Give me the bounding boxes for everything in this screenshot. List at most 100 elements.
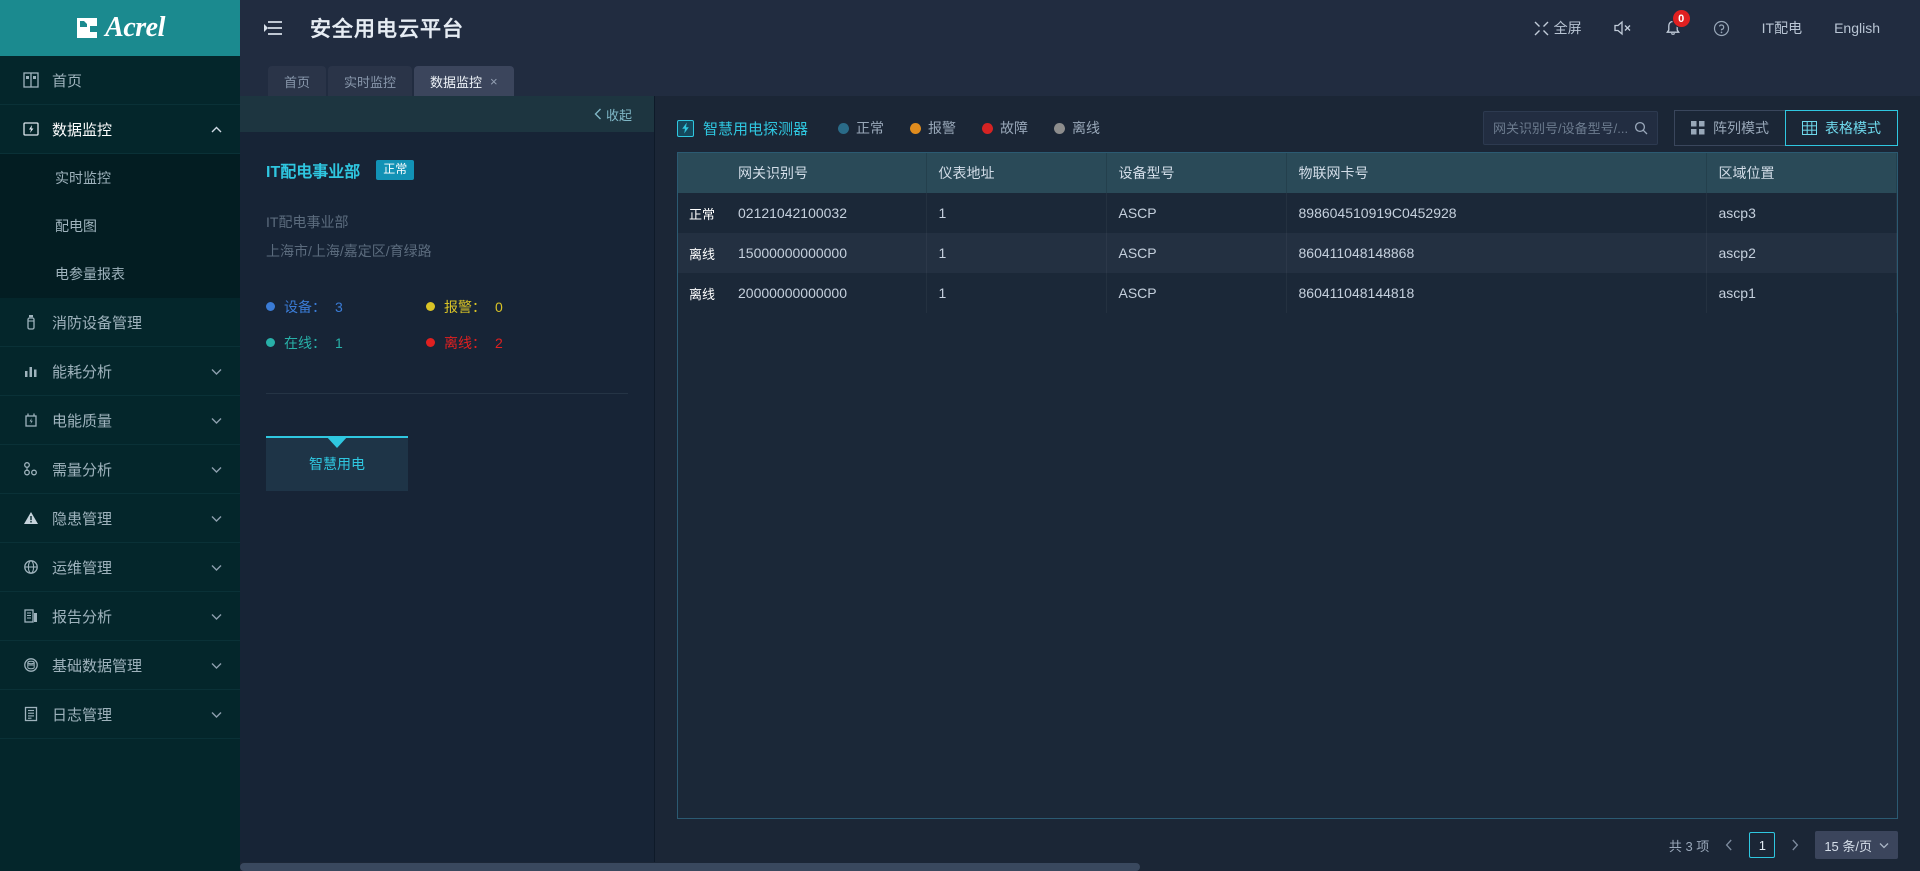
sidebar-item-power-quality[interactable]: 电能质量	[0, 396, 240, 445]
chevron-down-icon	[210, 610, 222, 622]
table-row[interactable]: 离线 15000000000000 1 ASCP 860411048148868…	[678, 233, 1897, 273]
cell-area: ascp1	[1706, 273, 1897, 313]
row-status-badge: 离线	[678, 273, 726, 313]
stat-value: 1	[335, 334, 343, 351]
cell-iot-card: 898604510919C0452928	[1286, 193, 1707, 233]
cell-area: ascp3	[1706, 193, 1897, 233]
chevron-down-icon	[210, 463, 222, 475]
column-header-area: 区域位置	[1706, 153, 1897, 193]
org-address: 上海市/上海/嘉定区/育绿路	[266, 243, 432, 260]
search-input[interactable]	[1493, 120, 1628, 136]
stat-dot-offline	[426, 338, 435, 348]
sidebar-item-label: 日志管理	[52, 706, 113, 724]
tab-label: 实时监控	[344, 74, 397, 90]
sidebar-subitem-label: 配电图	[55, 218, 97, 234]
stat-label: 在线：	[284, 334, 326, 351]
chevron-down-icon	[210, 512, 222, 524]
sidebar-subitem-label: 电参量报表	[55, 266, 125, 282]
sound-muted-icon	[1613, 20, 1633, 36]
column-header-gateway-id: 网关识别号	[726, 153, 927, 193]
sidebar: Acrel 首页 数据监控 实时监控 配电图 电参量报表 消防设备管理 能耗分析…	[0, 0, 240, 871]
sidebar-item-hazard-management[interactable]: 隐患管理	[0, 494, 240, 543]
pagination-total: 共 3 项	[1668, 838, 1710, 854]
sidebar-item-fire-equipment[interactable]: 消防设备管理	[0, 298, 240, 347]
sidebar-item-operations-management[interactable]: 运维管理	[0, 543, 240, 592]
brand-logo[interactable]: Acrel	[0, 0, 240, 56]
nodes-icon	[20, 458, 42, 480]
tab-close-icon[interactable]: ×	[490, 74, 498, 89]
sidebar-item-data-monitoring[interactable]: 数据监控	[0, 105, 240, 154]
stat-alarms: 报警： 0	[426, 297, 628, 317]
page-size-selector[interactable]: 15 条/页	[1815, 831, 1898, 859]
pagination-prev-button[interactable]	[1723, 839, 1735, 851]
sidebar-item-label: 报告分析	[52, 608, 113, 626]
sidebar-item-log-management[interactable]: 日志管理	[0, 690, 240, 739]
tab-realtime-monitoring[interactable]: 实时监控	[328, 66, 413, 96]
sidebar-item-report-analysis[interactable]: 报告分析	[0, 592, 240, 641]
device-stats: 设备： 3 报警： 0 在线： 1 离线： 2	[266, 297, 628, 353]
table-header: 网关识别号 仪表地址 设备型号 物联网卡号 区域位置	[678, 153, 1897, 193]
mode-button-table[interactable]: 表格模式	[1785, 110, 1898, 146]
user-account-button[interactable]: IT配电	[1746, 0, 1818, 56]
search-box[interactable]	[1483, 111, 1658, 145]
legend-dot-offline	[1054, 122, 1066, 134]
sidebar-item-label: 数据监控	[52, 121, 113, 139]
hamburger-collapse-icon[interactable]	[262, 17, 284, 39]
log-list-icon	[20, 703, 42, 725]
sidebar-item-energy-analysis[interactable]: 能耗分析	[0, 347, 240, 396]
tab-label: 数据监控	[430, 74, 483, 90]
warning-triangle-icon	[20, 507, 42, 529]
scrollbar-thumb[interactable]	[240, 863, 1140, 871]
tab-home[interactable]: 首页	[268, 66, 327, 96]
collapse-label: 收起	[605, 107, 632, 123]
tree-node-smart-electricity[interactable]: 智慧用电	[266, 435, 408, 491]
tab-data-monitoring[interactable]: 数据监控 ×	[414, 66, 514, 96]
device-table-card: 网关识别号 仪表地址 设备型号 物联网卡号 区域位置 正常 0212104210…	[677, 152, 1898, 819]
stat-label: 离线：	[444, 334, 486, 351]
sidebar-item-label: 能耗分析	[52, 363, 113, 381]
table-row[interactable]: 离线 20000000000000 1 ASCP 860411048144818…	[678, 273, 1897, 313]
mode-button-array[interactable]: 阵列模式	[1674, 110, 1785, 146]
legend-label: 离线	[1072, 120, 1101, 136]
fullscreen-button[interactable]: 全屏	[1518, 0, 1598, 56]
horizontal-scrollbar[interactable]	[240, 862, 1920, 871]
legend-label: 正常	[856, 120, 885, 136]
device-tree: 智慧用电	[266, 435, 628, 491]
search-icon[interactable]	[1634, 121, 1648, 135]
sidebar-subitem-distribution-diagram[interactable]: 配电图	[0, 202, 240, 250]
device-table: 网关识别号 仪表地址 设备型号 物联网卡号 区域位置 正常 0212104210…	[678, 153, 1897, 313]
legend-item-offline: 离线	[1054, 118, 1100, 138]
legend-dot-normal	[838, 122, 850, 134]
sidebar-item-label: 需量分析	[52, 461, 113, 479]
sound-toggle-button[interactable]	[1598, 0, 1649, 56]
cell-iot-card: 860411048148868	[1286, 233, 1707, 273]
sidebar-item-demand-analysis[interactable]: 需量分析	[0, 445, 240, 494]
sidebar-subitem-power-report[interactable]: 电参量报表	[0, 250, 240, 298]
language-button[interactable]: English	[1818, 0, 1896, 56]
pagination-page-1[interactable]: 1	[1749, 832, 1776, 858]
table-body: 正常 02121042100032 1 ASCP 898604510919C04…	[678, 193, 1897, 313]
acrel-logo-icon	[75, 16, 101, 40]
collapse-panel-button[interactable]: 收起	[240, 96, 654, 132]
app-root: Acrel 首页 数据监控 实时监控 配电图 电参量报表 消防设备管理 能耗分析…	[0, 0, 1920, 871]
table-empty-space	[678, 313, 1897, 818]
table-row[interactable]: 正常 02121042100032 1 ASCP 898604510919C04…	[678, 193, 1897, 233]
toolbar-right: 阵列模式 表格模式	[1483, 110, 1898, 146]
device-type-label: 智慧用电探测器	[703, 120, 809, 138]
sidebar-subitem-realtime-monitoring[interactable]: 实时监控	[0, 154, 240, 202]
sidebar-item-home[interactable]: 首页	[0, 56, 240, 105]
pagination-next-button[interactable]	[1789, 839, 1801, 851]
status-legend: 正常 报警 故障 离线	[838, 118, 1126, 138]
cell-gateway-id: 15000000000000	[726, 233, 927, 273]
battery-icon	[20, 409, 42, 431]
panel-divider	[266, 392, 628, 394]
sidebar-item-basic-data-management[interactable]: 基础数据管理	[0, 641, 240, 690]
notifications-button[interactable]: 0	[1649, 0, 1697, 56]
chevron-left-icon	[594, 108, 602, 120]
cell-meter-address: 1	[926, 193, 1107, 233]
help-button[interactable]	[1697, 0, 1746, 56]
chevron-down-icon	[210, 414, 222, 426]
org-detail-name: IT配电事业部	[266, 214, 349, 230]
chevron-down-icon	[1879, 842, 1889, 849]
legend-item-alarm: 报警	[910, 118, 956, 138]
